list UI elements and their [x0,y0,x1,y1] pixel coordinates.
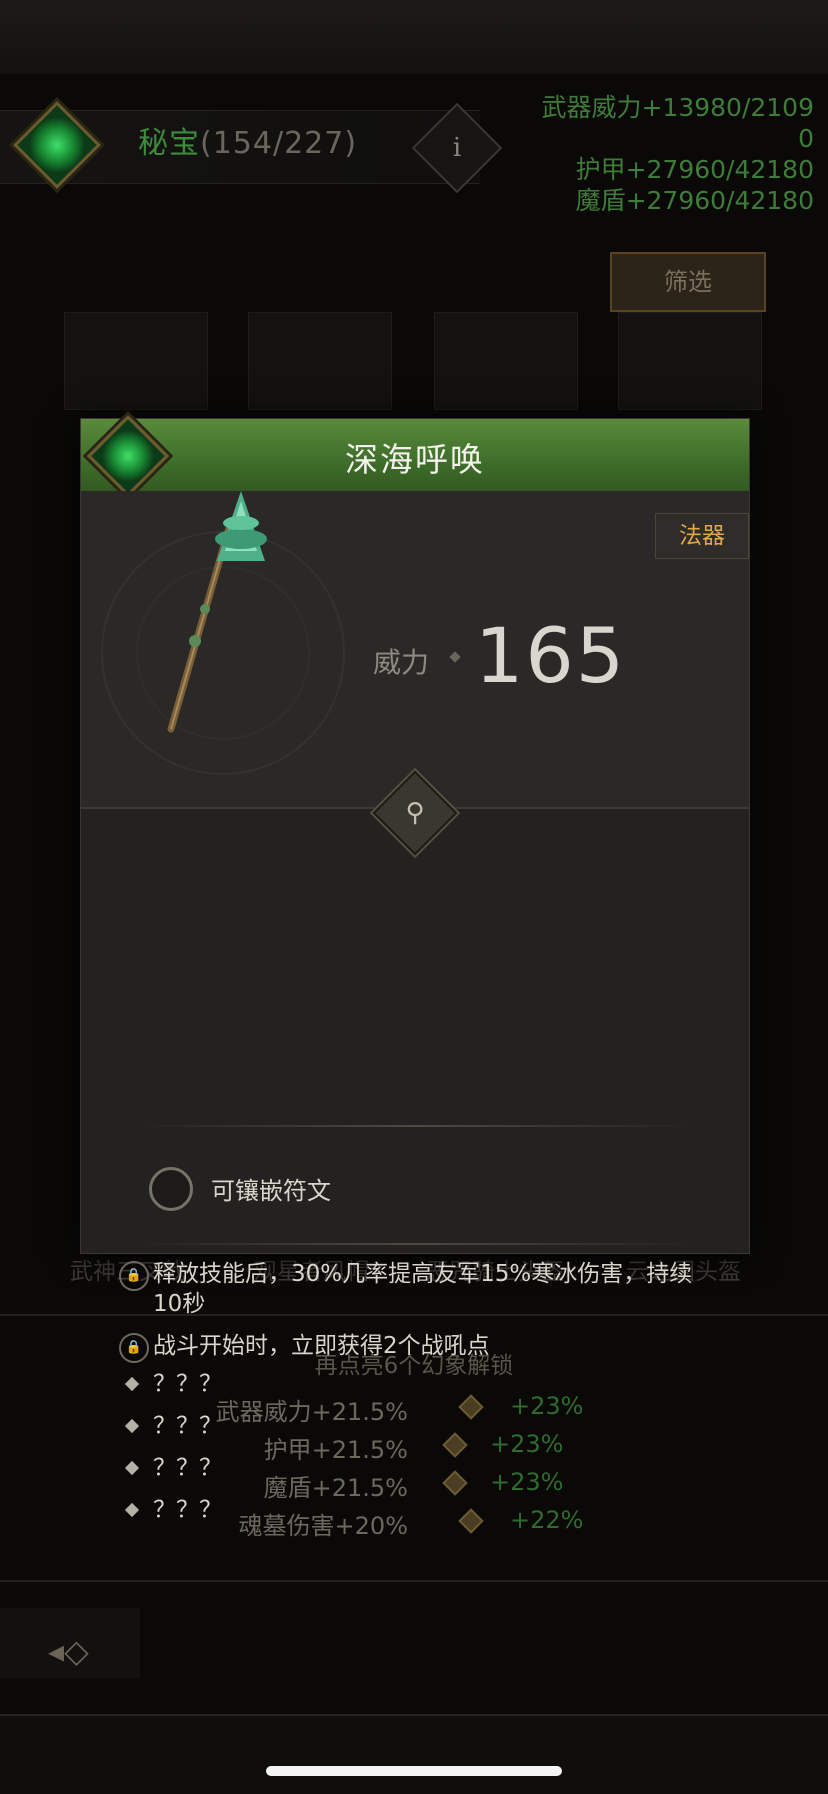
back-arrow-icon: ◂◇ [48,1632,89,1670]
stat-line: 武器威力+13980/2109 [541,93,814,122]
item-type-label: 法器 [679,523,725,549]
filter-button[interactable]: 筛选 [610,252,766,312]
title-label: 秘宝 [138,126,200,161]
divider [137,1243,693,1245]
divider-dot [449,651,461,663]
total-stats: 武器威力+13980/2109 0 护甲+27960/42180 魔盾+2796… [541,92,814,216]
stat-line: 护甲+27960/42180 [575,155,814,184]
stat-line: 0 [798,124,814,153]
collection-count: (154/227) [200,126,358,161]
modal-header: 深海呼唤 [81,414,749,498]
collection-slot[interactable] [434,312,578,410]
divider [137,1125,693,1127]
collection-slot[interactable] [618,312,762,410]
power-value: 165 [475,611,627,700]
rune-socket[interactable] [149,1167,193,1211]
collection-slot[interactable] [64,312,208,410]
effect-text: 战斗开始时，立即获得2个战吼点 [153,1333,490,1359]
divider [0,1580,828,1582]
item-hero: 法器 威力 165 [81,491,749,809]
effect-text: ？？？ [153,1413,222,1439]
effect-text: ？？？ [153,1371,222,1397]
info-icon: i [452,133,462,163]
home-indicator[interactable] [266,1766,562,1776]
lock-icon: 🔒 [119,1261,149,1291]
item-type-tag: 法器 [655,513,749,559]
socket-label: 可镶嵌符文 [211,1177,331,1205]
item-detail-modal: 深海呼唤 法器 威力 165 ⚲ 🔒 释放技能后，30%几率提高友军15%寒冰伤… [80,414,750,1523]
effect-text: ？？？ [153,1455,222,1481]
stat-line: 魔盾+27960/42180 [575,186,814,215]
collection-slot[interactable] [248,312,392,410]
bottom-bar [0,1714,828,1794]
page-title: 秘宝(154/227) [138,118,357,162]
effect-text: 释放技能后，30%几率提高友军15%寒冰伤害，持续10秒 [153,1261,693,1317]
back-button[interactable]: ◂◇ [0,1608,140,1678]
power-label: 威力 [373,646,430,679]
lock-icon: 🔒 [119,1333,149,1363]
top-bar [0,0,828,76]
effect-text: ？？？ [153,1497,222,1523]
staff-image [167,491,267,733]
magnifier-icon: ⚲ [405,798,425,828]
item-title: 深海呼唤 [345,440,485,479]
